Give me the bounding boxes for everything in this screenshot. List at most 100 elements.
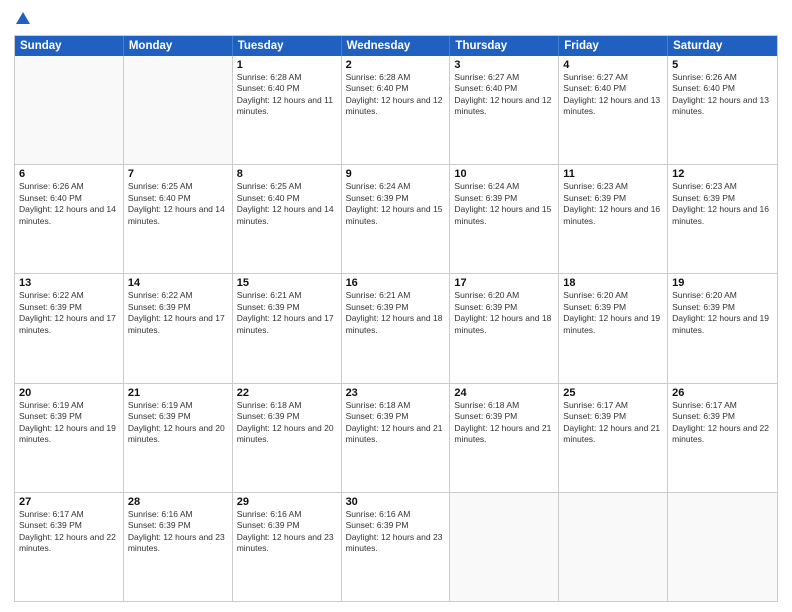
day-info: Sunrise: 6:25 AM Sunset: 6:40 PM Dayligh… <box>237 181 337 227</box>
calendar-day-10: 10Sunrise: 6:24 AM Sunset: 6:39 PM Dayli… <box>450 165 559 273</box>
calendar-day-30: 30Sunrise: 6:16 AM Sunset: 6:39 PM Dayli… <box>342 493 451 601</box>
calendar-day-26: 26Sunrise: 6:17 AM Sunset: 6:39 PM Dayli… <box>668 384 777 492</box>
day-number: 11 <box>563 168 663 180</box>
day-info: Sunrise: 6:23 AM Sunset: 6:39 PM Dayligh… <box>563 181 663 227</box>
day-number: 29 <box>237 496 337 508</box>
day-info: Sunrise: 6:19 AM Sunset: 6:39 PM Dayligh… <box>19 400 119 446</box>
day-number: 21 <box>128 387 228 399</box>
calendar-day-19: 19Sunrise: 6:20 AM Sunset: 6:39 PM Dayli… <box>668 274 777 382</box>
calendar-day-22: 22Sunrise: 6:18 AM Sunset: 6:39 PM Dayli… <box>233 384 342 492</box>
calendar-day-1: 1Sunrise: 6:28 AM Sunset: 6:40 PM Daylig… <box>233 56 342 164</box>
calendar-day-29: 29Sunrise: 6:16 AM Sunset: 6:39 PM Dayli… <box>233 493 342 601</box>
calendar-weekday-saturday: Saturday <box>668 36 777 56</box>
calendar-day-15: 15Sunrise: 6:21 AM Sunset: 6:39 PM Dayli… <box>233 274 342 382</box>
day-info: Sunrise: 6:16 AM Sunset: 6:39 PM Dayligh… <box>346 509 446 555</box>
day-info: Sunrise: 6:21 AM Sunset: 6:39 PM Dayligh… <box>346 290 446 336</box>
day-info: Sunrise: 6:27 AM Sunset: 6:40 PM Dayligh… <box>454 72 554 118</box>
calendar-weekday-tuesday: Tuesday <box>233 36 342 56</box>
day-info: Sunrise: 6:22 AM Sunset: 6:39 PM Dayligh… <box>19 290 119 336</box>
calendar-day-empty <box>559 493 668 601</box>
day-number: 19 <box>672 277 773 289</box>
calendar-weekday-sunday: Sunday <box>15 36 124 56</box>
calendar-day-5: 5Sunrise: 6:26 AM Sunset: 6:40 PM Daylig… <box>668 56 777 164</box>
day-number: 18 <box>563 277 663 289</box>
day-info: Sunrise: 6:20 AM Sunset: 6:39 PM Dayligh… <box>454 290 554 336</box>
calendar-day-17: 17Sunrise: 6:20 AM Sunset: 6:39 PM Dayli… <box>450 274 559 382</box>
calendar-week-1: 1Sunrise: 6:28 AM Sunset: 6:40 PM Daylig… <box>15 56 777 165</box>
calendar-day-14: 14Sunrise: 6:22 AM Sunset: 6:39 PM Dayli… <box>124 274 233 382</box>
calendar-day-4: 4Sunrise: 6:27 AM Sunset: 6:40 PM Daylig… <box>559 56 668 164</box>
day-info: Sunrise: 6:22 AM Sunset: 6:39 PM Dayligh… <box>128 290 228 336</box>
day-number: 12 <box>672 168 773 180</box>
day-info: Sunrise: 6:17 AM Sunset: 6:39 PM Dayligh… <box>563 400 663 446</box>
day-info: Sunrise: 6:16 AM Sunset: 6:39 PM Dayligh… <box>128 509 228 555</box>
day-number: 22 <box>237 387 337 399</box>
day-number: 6 <box>19 168 119 180</box>
calendar-week-2: 6Sunrise: 6:26 AM Sunset: 6:40 PM Daylig… <box>15 165 777 274</box>
calendar-day-3: 3Sunrise: 6:27 AM Sunset: 6:40 PM Daylig… <box>450 56 559 164</box>
day-info: Sunrise: 6:23 AM Sunset: 6:39 PM Dayligh… <box>672 181 773 227</box>
day-number: 2 <box>346 59 446 71</box>
calendar-day-empty <box>124 56 233 164</box>
day-number: 24 <box>454 387 554 399</box>
calendar-day-27: 27Sunrise: 6:17 AM Sunset: 6:39 PM Dayli… <box>15 493 124 601</box>
calendar-weekday-monday: Monday <box>124 36 233 56</box>
calendar-weekday-thursday: Thursday <box>450 36 559 56</box>
calendar-day-7: 7Sunrise: 6:25 AM Sunset: 6:40 PM Daylig… <box>124 165 233 273</box>
calendar-week-5: 27Sunrise: 6:17 AM Sunset: 6:39 PM Dayli… <box>15 493 777 601</box>
day-info: Sunrise: 6:27 AM Sunset: 6:40 PM Dayligh… <box>563 72 663 118</box>
day-info: Sunrise: 6:17 AM Sunset: 6:39 PM Dayligh… <box>19 509 119 555</box>
calendar: SundayMondayTuesdayWednesdayThursdayFrid… <box>14 35 778 602</box>
calendar-day-28: 28Sunrise: 6:16 AM Sunset: 6:39 PM Dayli… <box>124 493 233 601</box>
day-number: 13 <box>19 277 119 289</box>
day-number: 16 <box>346 277 446 289</box>
calendar-day-8: 8Sunrise: 6:25 AM Sunset: 6:40 PM Daylig… <box>233 165 342 273</box>
calendar-weekday-wednesday: Wednesday <box>342 36 451 56</box>
calendar-week-3: 13Sunrise: 6:22 AM Sunset: 6:39 PM Dayli… <box>15 274 777 383</box>
calendar-day-25: 25Sunrise: 6:17 AM Sunset: 6:39 PM Dayli… <box>559 384 668 492</box>
day-info: Sunrise: 6:28 AM Sunset: 6:40 PM Dayligh… <box>237 72 337 118</box>
calendar-day-9: 9Sunrise: 6:24 AM Sunset: 6:39 PM Daylig… <box>342 165 451 273</box>
calendar-week-4: 20Sunrise: 6:19 AM Sunset: 6:39 PM Dayli… <box>15 384 777 493</box>
day-number: 20 <box>19 387 119 399</box>
day-info: Sunrise: 6:24 AM Sunset: 6:39 PM Dayligh… <box>454 181 554 227</box>
day-number: 9 <box>346 168 446 180</box>
calendar-header-row: SundayMondayTuesdayWednesdayThursdayFrid… <box>15 36 777 56</box>
day-number: 5 <box>672 59 773 71</box>
day-info: Sunrise: 6:16 AM Sunset: 6:39 PM Dayligh… <box>237 509 337 555</box>
calendar-day-13: 13Sunrise: 6:22 AM Sunset: 6:39 PM Dayli… <box>15 274 124 382</box>
logo <box>14 10 32 31</box>
calendar-body: 1Sunrise: 6:28 AM Sunset: 6:40 PM Daylig… <box>15 56 777 601</box>
day-info: Sunrise: 6:26 AM Sunset: 6:40 PM Dayligh… <box>672 72 773 118</box>
day-number: 17 <box>454 277 554 289</box>
page: SundayMondayTuesdayWednesdayThursdayFrid… <box>0 0 792 612</box>
day-number: 1 <box>237 59 337 71</box>
calendar-day-24: 24Sunrise: 6:18 AM Sunset: 6:39 PM Dayli… <box>450 384 559 492</box>
day-number: 3 <box>454 59 554 71</box>
day-info: Sunrise: 6:25 AM Sunset: 6:40 PM Dayligh… <box>128 181 228 227</box>
day-info: Sunrise: 6:26 AM Sunset: 6:40 PM Dayligh… <box>19 181 119 227</box>
calendar-day-6: 6Sunrise: 6:26 AM Sunset: 6:40 PM Daylig… <box>15 165 124 273</box>
calendar-day-empty <box>450 493 559 601</box>
day-info: Sunrise: 6:28 AM Sunset: 6:40 PM Dayligh… <box>346 72 446 118</box>
calendar-day-12: 12Sunrise: 6:23 AM Sunset: 6:39 PM Dayli… <box>668 165 777 273</box>
day-number: 10 <box>454 168 554 180</box>
calendar-weekday-friday: Friday <box>559 36 668 56</box>
calendar-day-18: 18Sunrise: 6:20 AM Sunset: 6:39 PM Dayli… <box>559 274 668 382</box>
day-info: Sunrise: 6:18 AM Sunset: 6:39 PM Dayligh… <box>237 400 337 446</box>
day-info: Sunrise: 6:18 AM Sunset: 6:39 PM Dayligh… <box>454 400 554 446</box>
calendar-day-empty <box>15 56 124 164</box>
day-number: 8 <box>237 168 337 180</box>
calendar-day-11: 11Sunrise: 6:23 AM Sunset: 6:39 PM Dayli… <box>559 165 668 273</box>
day-number: 28 <box>128 496 228 508</box>
logo-icon <box>15 10 31 26</box>
day-number: 14 <box>128 277 228 289</box>
day-number: 7 <box>128 168 228 180</box>
day-number: 15 <box>237 277 337 289</box>
header <box>14 10 778 31</box>
calendar-day-20: 20Sunrise: 6:19 AM Sunset: 6:39 PM Dayli… <box>15 384 124 492</box>
day-info: Sunrise: 6:20 AM Sunset: 6:39 PM Dayligh… <box>672 290 773 336</box>
calendar-day-23: 23Sunrise: 6:18 AM Sunset: 6:39 PM Dayli… <box>342 384 451 492</box>
day-info: Sunrise: 6:20 AM Sunset: 6:39 PM Dayligh… <box>563 290 663 336</box>
day-number: 26 <box>672 387 773 399</box>
